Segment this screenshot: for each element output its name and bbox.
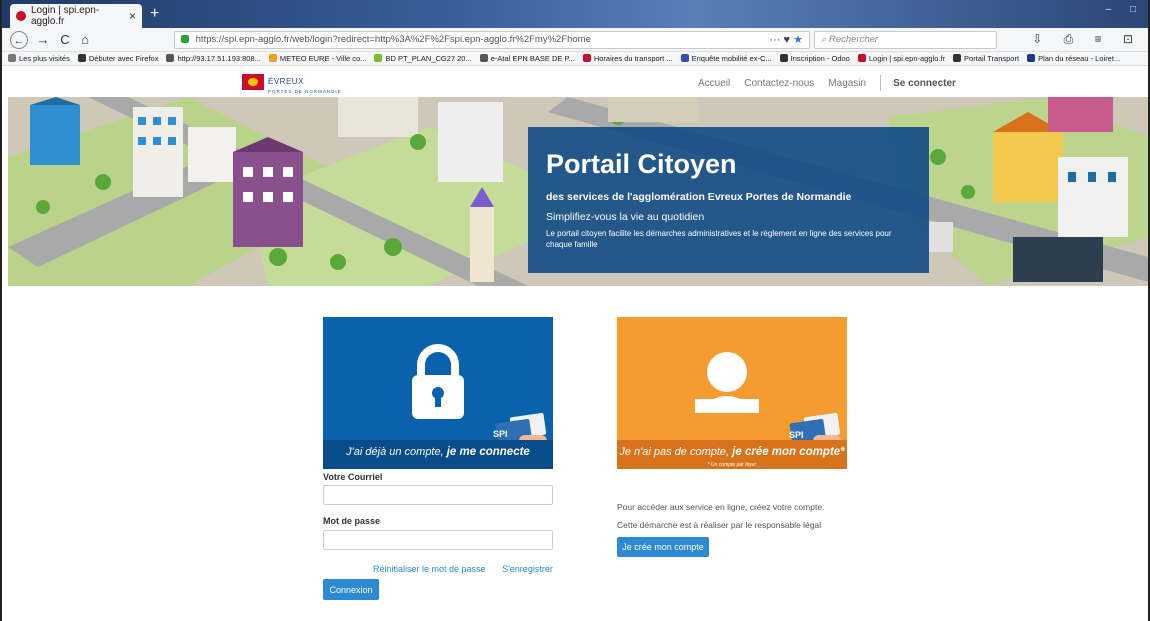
bookmark-item[interactable]: Login | spi.epn-agglo.fr: [857, 54, 946, 63]
navigation-bar: ← → C ⌂ https://spi.epn-agglo.fr/web/log…: [2, 28, 1148, 52]
lock-icon: [181, 35, 189, 43]
tab-close-icon[interactable]: ×: [129, 9, 136, 23]
bookmark-item[interactable]: Enquête mobilité ex-C...: [680, 54, 772, 63]
bookmark-item[interactable]: http://93.17.51.193:808...: [166, 54, 261, 63]
bookmark-favicon-icon: [680, 54, 689, 62]
browser-window: Login | spi.epn-agglo.fr × + – □ ← → C ⌂…: [0, 0, 1150, 621]
card-brand: SPI: [493, 429, 508, 439]
register-link[interactable]: S'enregistrer: [502, 564, 553, 574]
bookmark-item[interactable]: e-Atal EPN BASE DE P...: [479, 54, 575, 63]
forward-icon[interactable]: →: [34, 31, 52, 49]
caption-action: je me connecte: [446, 446, 530, 458]
caption-note: * Un compte par foyer: [707, 462, 757, 468]
password-label: Mot de passe: [323, 516, 381, 526]
home-icon[interactable]: ⌂: [76, 31, 94, 49]
create-account-button[interactable]: Je crée mon compte: [617, 537, 709, 557]
evreux-logo[interactable]: ÉVREUX PORTES DE NORMANDIE: [242, 73, 352, 94]
hero-tagline: Simplifiez-vous la vie au quotidien: [546, 211, 705, 223]
bookmark-item[interactable]: Portail Transport: [953, 54, 1019, 63]
bookmark-label: Plan du réseau - Loiret...: [1038, 54, 1121, 63]
bookmark-favicon-icon: [582, 54, 591, 62]
nav-shop-link[interactable]: Magasin: [828, 78, 866, 89]
bookmark-item[interactable]: Les plus visités: [8, 54, 70, 63]
bookmark-favicon-icon: [374, 54, 383, 62]
hero-banner: Portail Citoyen des services de l'agglom…: [8, 97, 1148, 286]
bookmarks-bar: Les plus visités Débuter avec Firefox http…: [2, 52, 1148, 66]
login-card-caption[interactable]: J'ai déjà un compte, je me connecte: [323, 440, 553, 469]
bookmark-item[interactable]: Plan du réseau - Loiret...: [1027, 54, 1120, 63]
caption-action: je crée mon compte*: [732, 446, 845, 458]
bookmark-label: http://93.17.51.193:808...: [177, 54, 261, 63]
bookmark-favicon-icon: [779, 54, 788, 62]
bookmark-label: Portail Transport: [964, 54, 1020, 63]
favicon-icon: [16, 11, 26, 21]
tab-bar: Login | spi.epn-agglo.fr × + – □: [2, 0, 1148, 28]
signup-info-line2: Cette démarche est à réaliser par le res…: [617, 520, 822, 530]
bookmark-favicon-icon: [857, 54, 866, 62]
bookmark-favicon-icon: [268, 54, 277, 62]
bookmark-label: e-Atal EPN BASE DE P...: [490, 54, 575, 63]
bookmark-item[interactable]: Débuter avec Firefox: [77, 54, 159, 63]
url-actions[interactable]: ··· ♥ ★: [769, 32, 803, 48]
nav-separator: [880, 75, 882, 91]
caption-prefix: Je n'ai pas de compte,: [619, 446, 730, 458]
bookmark-label: Horaires du transport ...: [593, 54, 673, 63]
hero-description: Le portail citoyen facilite les démarche…: [546, 229, 892, 249]
signup-info-line1: Pour accéder aux service en ligne, créez…: [617, 502, 825, 512]
bookmark-label: Les plus visités: [19, 54, 70, 63]
nav-login-link[interactable]: Se connecter: [893, 78, 956, 89]
bookmark-favicon-icon: [77, 54, 86, 62]
bookmark-label: BD PT_PLAN_CG27 20...: [385, 54, 472, 63]
password-field[interactable]: [323, 530, 553, 550]
page-actions-icon[interactable]: ··· ♥: [769, 34, 790, 46]
hero-title: Portail Citoyen: [546, 149, 737, 179]
new-tab-icon[interactable]: +: [150, 5, 159, 23]
bookmark-item[interactable]: BD PT_PLAN_CG27 20...: [374, 54, 472, 63]
search-icon: ⌕: [821, 34, 829, 45]
bookmark-star-icon[interactable]: ★: [793, 34, 803, 46]
bookmark-label: METEO EURE - Ville co...: [279, 54, 367, 63]
bookmark-item[interactable]: Horaires du transport ...: [582, 54, 673, 63]
tab-title: Login | spi.epn-agglo.fr: [31, 5, 100, 27]
logo-emblem-icon: [242, 74, 264, 90]
logo-name: ÉVREUX: [268, 76, 304, 86]
site-nav: Accueil Contactez-nous Magasin Se connec…: [698, 75, 956, 91]
signup-card-caption[interactable]: Je n'ai pas de compte, je crée mon compt…: [617, 440, 847, 469]
search-placeholder: Rechercher: [828, 34, 879, 45]
bookmark-favicon-icon: [1027, 54, 1036, 62]
email-label: Votre Courriel: [323, 472, 383, 482]
url-bar[interactable]: https://spi.epn-agglo.fr/web/login?redir…: [174, 31, 810, 49]
back-icon[interactable]: ←: [10, 31, 28, 49]
bookmark-label: Login | spi.epn-agglo.fr: [868, 54, 946, 63]
login-card[interactable]: SPI J'ai déjà un compte, je me connecte: [323, 317, 553, 469]
hero-subtitle: des services de l'agglomération Evreux P…: [546, 191, 852, 203]
nav-home-link[interactable]: Accueil: [698, 78, 730, 89]
browser-tab[interactable]: Login | spi.epn-agglo.fr ×: [10, 4, 142, 28]
nav-contact-link[interactable]: Contactez-nous: [744, 78, 814, 89]
bookmark-item[interactable]: METEO EURE - Ville co...: [268, 54, 367, 63]
url-text: https://spi.epn-agglo.fr/web/login?redir…: [195, 34, 591, 45]
bookmark-label: Débuter avec Firefox: [88, 54, 159, 63]
connexion-button[interactable]: Connexion: [323, 579, 379, 600]
email-field[interactable]: [323, 485, 553, 505]
reset-password-link[interactable]: Réinitialiser le mot de passe: [373, 564, 486, 574]
search-input[interactable]: ⌕ Rechercher: [814, 31, 997, 49]
bookmark-favicon-icon: [166, 54, 175, 62]
toolbar-icons[interactable]: ⇩ ⎙ ≡ ⊡: [1032, 32, 1142, 47]
hero-panel: Portail Citoyen des services de l'agglom…: [528, 127, 929, 273]
bookmark-favicon-icon: [479, 54, 488, 62]
bookmark-favicon-icon: [8, 54, 16, 62]
bookmark-label: Enquête mobilité ex-C...: [691, 54, 772, 63]
card-brand: SPI: [789, 430, 804, 440]
reload-icon[interactable]: C: [56, 31, 74, 49]
form-links: Réinitialiser le mot de passe S'enregist…: [373, 564, 567, 574]
bookmark-favicon-icon: [953, 54, 962, 62]
signup-card[interactable]: SPI Je n'ai pas de compte, je crée mon c…: [617, 317, 847, 469]
logo-tagline: PORTES DE NORMANDIE: [268, 88, 342, 94]
window-controls[interactable]: – □: [1106, 4, 1144, 15]
bookmark-item[interactable]: Inscription - Odoo: [779, 54, 850, 63]
bookmark-label: Inscription - Odoo: [790, 54, 850, 63]
caption-prefix: J'ai déjà un compte,: [346, 446, 444, 458]
site-header: ÉVREUX PORTES DE NORMANDIE Accueil Conta…: [2, 66, 1148, 97]
